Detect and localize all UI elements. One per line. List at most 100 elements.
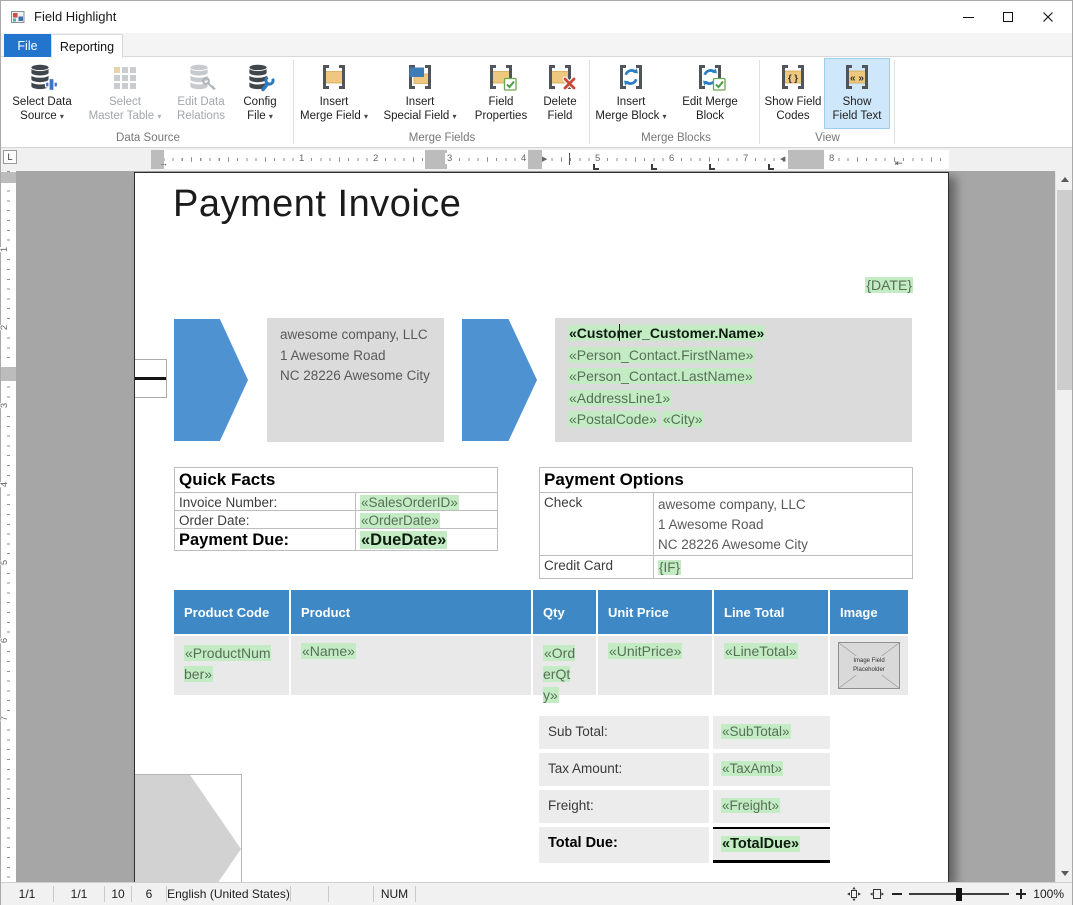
arrow-shape-cell bbox=[462, 318, 537, 442]
fit-width-button[interactable] bbox=[869, 886, 885, 902]
table-row: Tax Amount: «TaxAmt» bbox=[539, 753, 830, 786]
edit-merge-block-icon bbox=[694, 61, 726, 93]
tab-reporting[interactable]: Reporting bbox=[51, 34, 123, 58]
tab-stop-selector[interactable]: L bbox=[3, 150, 17, 164]
zoom-slider[interactable] bbox=[909, 888, 1009, 901]
tab-stop-marker[interactable] bbox=[768, 164, 774, 170]
field-properties-button[interactable]: Field Properties bbox=[469, 58, 533, 129]
zoom-out-button[interactable] bbox=[892, 893, 902, 895]
merge-field[interactable]: «Name» bbox=[301, 643, 356, 659]
edit-merge-block-button[interactable]: Edit Merge Block bbox=[669, 58, 751, 129]
merge-field[interactable]: «AddressLine1» bbox=[568, 390, 671, 406]
check-address-block: awesome company, LLC 1 Awesome Road NC 2… bbox=[653, 493, 912, 555]
document-page[interactable]: Payment Invoice {DATE} awesome company, … bbox=[134, 172, 949, 882]
scrollbar-thumb[interactable] bbox=[1057, 190, 1072, 390]
tab-stop-marker[interactable] bbox=[593, 164, 599, 170]
dropdown-arrow-icon: ▾ bbox=[453, 112, 457, 121]
ruler-number: 3 bbox=[445, 153, 454, 164]
merge-field[interactable]: «LineTotal» bbox=[724, 643, 798, 659]
merge-field-icon bbox=[318, 61, 350, 93]
right-margin-marker-icon[interactable]: ⇤ bbox=[895, 159, 903, 168]
close-button[interactable] bbox=[1028, 1, 1068, 33]
scroll-up-button[interactable] bbox=[1056, 171, 1073, 188]
text-cursor bbox=[619, 324, 620, 341]
group-label-merge-blocks: Merge Blocks bbox=[593, 132, 759, 144]
delete-field-button[interactable]: Delete Field bbox=[533, 58, 587, 129]
show-field-codes-button[interactable]: { } Show Field Codes bbox=[762, 58, 824, 129]
merge-field[interactable]: «Customer_Customer.Name» bbox=[568, 325, 765, 341]
zoom-controls: 100% bbox=[846, 883, 1064, 905]
ruler-number: 5 bbox=[593, 153, 602, 164]
sender-address-block: awesome company, LLC 1 Awesome Road NC 2… bbox=[267, 318, 444, 442]
ruler-row: L 1 2 3 4 5 6 7 8 → ▶ ◀ ⇤ bbox=[1, 148, 1072, 171]
status-language[interactable]: English (United States) bbox=[167, 883, 290, 905]
merge-field[interactable]: «Freight» bbox=[721, 798, 780, 813]
zoom-in-button[interactable] bbox=[1016, 889, 1026, 899]
gray-arrow-shape[interactable] bbox=[135, 775, 241, 882]
dropdown-arrow-icon: ▾ bbox=[663, 112, 667, 121]
field-properties-icon bbox=[485, 61, 517, 93]
merge-field[interactable]: «TaxAmt» bbox=[721, 761, 783, 776]
config-file-button[interactable]: Config File ▾ bbox=[233, 58, 287, 129]
indent-marker-icon[interactable]: → bbox=[159, 159, 168, 168]
fit-page-icon bbox=[846, 886, 862, 902]
merge-field[interactable]: «OrderDate» bbox=[360, 513, 440, 528]
show-field-text-button[interactable]: « » Show Field Text bbox=[824, 58, 890, 129]
merge-field[interactable]: «UnitPrice» bbox=[608, 643, 682, 659]
merge-field[interactable]: «Person_Contact.FirstName» bbox=[568, 347, 754, 363]
merge-block-icon bbox=[615, 61, 647, 93]
merge-field[interactable]: «SalesOrderID» bbox=[360, 495, 459, 510]
merge-field[interactable]: «PostalCode» bbox=[568, 411, 658, 427]
table-marker-right-icon[interactable]: ▶ bbox=[542, 155, 547, 164]
tab-stop-marker[interactable] bbox=[651, 164, 657, 170]
scroll-down-button[interactable] bbox=[1056, 865, 1073, 882]
if-merge-field[interactable]: {IF} bbox=[658, 560, 681, 575]
merge-field[interactable]: «Person_Contact.LastName» bbox=[568, 368, 754, 384]
edit-data-relations-button[interactable]: Edit Data Relations bbox=[169, 58, 233, 129]
close-icon bbox=[1042, 11, 1054, 23]
ruler-cursor-line bbox=[569, 153, 570, 165]
quick-facts-table: Quick Facts Invoice Number: «SalesOrderI… bbox=[174, 467, 498, 551]
tab-file[interactable]: File bbox=[4, 34, 51, 57]
merge-field[interactable]: «OrderQty» bbox=[543, 645, 575, 703]
ruler-table-block bbox=[528, 150, 542, 169]
dropdown-arrow-icon: ▾ bbox=[269, 112, 273, 121]
minimize-button[interactable] bbox=[948, 1, 988, 33]
blue-arrow-shape[interactable] bbox=[174, 319, 248, 441]
ruler-number: 2 bbox=[0, 325, 10, 330]
status-section-indicator: 1/1 bbox=[54, 883, 104, 905]
group-label-data-source: Data Source bbox=[3, 132, 293, 144]
window-title: Field Highlight bbox=[34, 9, 116, 24]
blue-arrow-shape[interactable] bbox=[462, 319, 537, 441]
image-field-placeholder[interactable]: Image Field Placeholder bbox=[838, 642, 900, 689]
ruler-number: 7 bbox=[741, 153, 750, 164]
insert-merge-block-button[interactable]: Insert Merge Block ▾ bbox=[593, 58, 669, 129]
field-text-icon: « » bbox=[841, 61, 873, 93]
table-marker-left-icon[interactable]: ◀ bbox=[780, 155, 785, 164]
merge-field[interactable]: «TotalDue» bbox=[721, 836, 800, 852]
merge-field[interactable]: «City» bbox=[662, 411, 704, 427]
maximize-button[interactable] bbox=[988, 1, 1028, 33]
ruler-margin-block bbox=[788, 150, 824, 169]
fit-page-button[interactable] bbox=[846, 886, 862, 902]
group-separator bbox=[759, 60, 760, 144]
select-data-source-button[interactable]: Select Data Source ▾ bbox=[3, 58, 81, 129]
payment-options-table: Payment Options Check awesome company, L… bbox=[539, 467, 913, 579]
status-num-lock: NUM bbox=[374, 883, 415, 905]
group-separator bbox=[293, 60, 294, 144]
insert-merge-field-button[interactable]: Insert Merge Field ▾ bbox=[297, 58, 371, 129]
date-merge-field[interactable]: {DATE} bbox=[865, 277, 913, 293]
merge-field[interactable]: «SubTotal» bbox=[721, 724, 791, 739]
table-row-handle[interactable] bbox=[134, 359, 167, 398]
zoom-slider-thumb[interactable] bbox=[956, 888, 962, 901]
ruler-number: 1 bbox=[0, 247, 10, 252]
insert-special-field-button[interactable]: Insert Special Field ▾ bbox=[371, 58, 469, 129]
totals-table: Sub Total: «SubTotal» Tax Amount: «TaxAm… bbox=[539, 716, 830, 867]
ribbon-group-view: { } Show Field Codes « » Show Field Text… bbox=[762, 57, 893, 147]
ribbon-group-data-source: Select Data Source ▾ Select Master Table… bbox=[3, 57, 293, 147]
tab-stop-marker[interactable] bbox=[709, 164, 715, 170]
ruler-number: 2 bbox=[371, 153, 380, 164]
merge-field[interactable]: «ProductNumber» bbox=[184, 645, 271, 682]
select-master-table-button[interactable]: Select Master Table ▾ bbox=[81, 58, 169, 129]
merge-field[interactable]: «DueDate» bbox=[360, 531, 447, 549]
